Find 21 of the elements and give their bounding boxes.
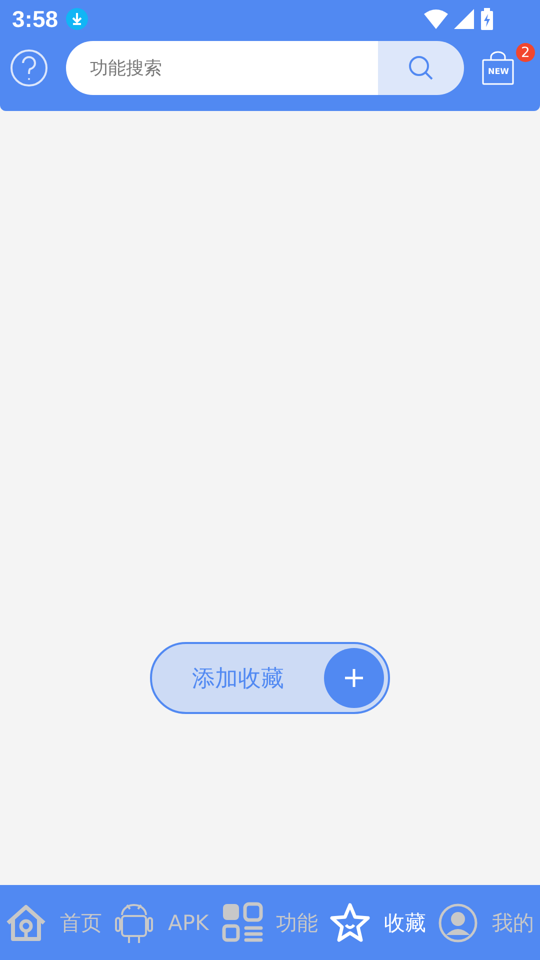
plus-icon xyxy=(324,648,384,708)
nav-tab[interactable]: 我的 xyxy=(432,900,540,944)
battery-icon xyxy=(480,8,494,30)
search-icon xyxy=(408,55,434,81)
help-icon[interactable] xyxy=(10,49,48,87)
notification-badge: 2 xyxy=(516,43,535,62)
nav-tab[interactable]: 首页 xyxy=(0,900,108,944)
star-icon xyxy=(328,900,372,944)
add-favorite-button[interactable]: 添加收藏 xyxy=(150,642,390,714)
status-time: 3:58 xyxy=(12,6,58,32)
search-field[interactable]: 功能搜索 xyxy=(66,41,378,95)
nav-tab[interactable]: 收藏 xyxy=(324,900,432,944)
nav-tab[interactable]: 功能 xyxy=(216,900,324,944)
wifi-icon xyxy=(424,9,448,29)
nav-tab[interactable]: APK xyxy=(108,900,216,944)
shopping-bag-icon[interactable] xyxy=(482,51,514,85)
signal-icon xyxy=(454,9,474,29)
new-label: NEW xyxy=(488,67,509,76)
search-button[interactable] xyxy=(378,41,464,95)
grid-icon xyxy=(220,900,264,944)
download-icon xyxy=(66,8,88,30)
